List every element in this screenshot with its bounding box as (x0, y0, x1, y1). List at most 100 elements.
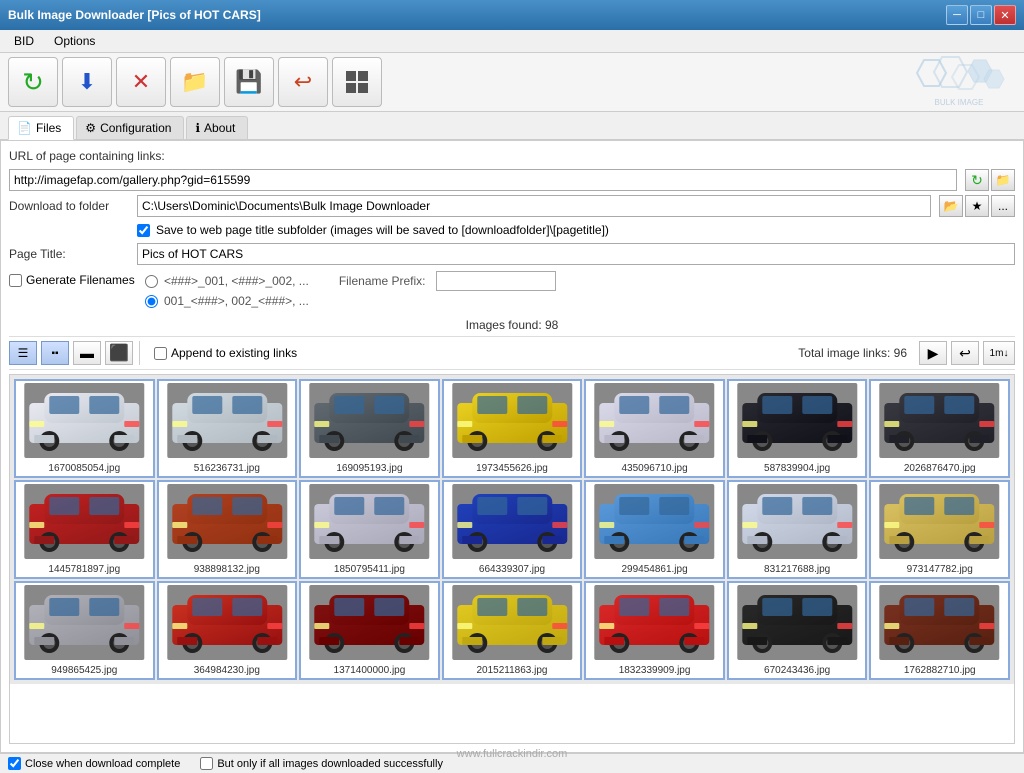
download-folder-input[interactable] (137, 195, 931, 217)
image-name: 1445781897.jpg (18, 564, 151, 575)
refresh-button[interactable]: ↻ (8, 57, 58, 107)
url-label: URL of page containing links: (9, 149, 165, 163)
config-tab-icon: ⚙ (85, 121, 96, 135)
app-logo: BULK IMAGE (894, 55, 1014, 110)
image-item[interactable]: 1445781897.jpg (14, 480, 155, 579)
image-controls-row: ☰ ▪▪ ▬ ⬛ Append to existing links Total … (9, 336, 1015, 370)
image-name: 2026876470.jpg (873, 463, 1006, 474)
tab-about[interactable]: ℹ About (186, 116, 248, 139)
subfolder-label: Save to web page title subfolder (images… (156, 223, 609, 237)
image-name: 169095193.jpg (303, 463, 436, 474)
image-name: 1850795411.jpg (303, 564, 436, 575)
image-item[interactable]: 1670085054.jpg (14, 379, 155, 478)
logo-svg: BULK IMAGE (904, 55, 1014, 110)
subfolder-checkbox[interactable] (137, 224, 150, 237)
url-input[interactable] (9, 169, 957, 191)
url-refresh-button[interactable]: ↻ (965, 169, 989, 191)
image-item[interactable]: 1762882710.jpg (869, 581, 1010, 680)
image-item[interactable]: 1371400000.jpg (299, 581, 440, 680)
image-name: 670243436.jpg (731, 665, 864, 676)
about-tab-label: About (204, 121, 235, 135)
subfolder-row: Save to web page title subfolder (images… (9, 223, 1015, 237)
radio-option2[interactable] (145, 295, 158, 308)
window-title: Bulk Image Downloader [Pics of HOT CARS] (8, 8, 261, 22)
append-label: Append to existing links (171, 346, 297, 360)
append-row: Append to existing links (154, 346, 297, 360)
toolbar: ↻ ⬇ ✕ 📁 💾 ↩ BULK IMAGE (0, 53, 1024, 112)
page-title-input[interactable] (137, 243, 1015, 265)
url-folder-button[interactable]: 📁 (991, 169, 1015, 191)
generate-filenames-label: Generate Filenames (26, 273, 135, 287)
generate-filenames-checkbox[interactable] (9, 274, 22, 287)
save-button[interactable]: 💾 (224, 57, 274, 107)
more-folder-button[interactable]: ... (991, 195, 1015, 217)
image-item[interactable]: 973147782.jpg (869, 480, 1010, 579)
image-item[interactable]: 2026876470.jpg (869, 379, 1010, 478)
image-name: 587839904.jpg (731, 463, 864, 474)
star-folder-button[interactable]: ★ (965, 195, 989, 217)
maximize-button[interactable]: □ (970, 5, 992, 25)
grid-button[interactable] (332, 57, 382, 107)
image-name: 1371400000.jpg (303, 665, 436, 676)
radio-option2-label: 001_<###>, 002_<###>, ... (164, 294, 309, 308)
image-item[interactable]: 664339307.jpg (442, 480, 583, 579)
view-large-button[interactable]: ⬛ (105, 341, 133, 365)
browse-folder-button[interactable]: 📂 (939, 195, 963, 217)
folder-buttons: 📂 ★ ... (939, 195, 1015, 217)
image-item[interactable]: 299454861.jpg (584, 480, 725, 579)
filename-prefix-label: Filename Prefix: (339, 274, 426, 288)
append-checkbox[interactable] (154, 347, 167, 360)
url-input-row: ↻ 📁 (9, 169, 1015, 191)
view-list-button[interactable]: ☰ (9, 341, 37, 365)
play-button[interactable]: ▶ (919, 341, 947, 365)
tab-bar: 📄 Files ⚙ Configuration ℹ About (0, 112, 1024, 140)
image-item[interactable]: 670243436.jpg (727, 581, 868, 680)
view-small-button[interactable]: ▪▪ (41, 341, 69, 365)
images-found-text: Images found: 98 (466, 318, 559, 332)
main-content: URL of page containing links: ↻ 📁 Downlo… (0, 140, 1024, 753)
image-item[interactable]: 169095193.jpg (299, 379, 440, 478)
config-tab-label: Configuration (100, 121, 171, 135)
tab-configuration[interactable]: ⚙ Configuration (76, 116, 184, 139)
page-title-row: Page Title: (9, 243, 1015, 265)
close-button[interactable]: ✕ (994, 5, 1016, 25)
radio-options: <###>_001, <###>_002, ... Filename Prefi… (145, 271, 556, 308)
image-item[interactable]: 364984230.jpg (157, 581, 298, 680)
filename-prefix-input[interactable] (436, 271, 556, 291)
tab-files[interactable]: 📄 Files (8, 116, 74, 140)
cancel-button[interactable]: ✕ (116, 57, 166, 107)
separator (139, 341, 140, 365)
radio-row-1: <###>_001, <###>_002, ... Filename Prefi… (145, 271, 556, 291)
close-when-complete-checkbox[interactable] (8, 757, 21, 770)
back-button[interactable]: ↩ (278, 57, 328, 107)
image-item[interactable]: 2015211863.jpg (442, 581, 583, 680)
svg-text:BULK IMAGE: BULK IMAGE (935, 98, 984, 107)
back-action-button[interactable]: ↩ (951, 341, 979, 365)
image-item[interactable]: 949865425.jpg (14, 581, 155, 680)
image-name: 938898132.jpg (161, 564, 294, 575)
about-tab-icon: ℹ (195, 121, 200, 135)
image-name: 364984230.jpg (161, 665, 294, 676)
but-only-checkbox[interactable] (200, 757, 213, 770)
minimize-button[interactable]: ─ (946, 5, 968, 25)
image-grid-container[interactable]: 1670085054.jpg 516236731.jpg (9, 374, 1015, 744)
image-item[interactable]: 1973455626.jpg (442, 379, 583, 478)
image-item[interactable]: 516236731.jpg (157, 379, 298, 478)
image-item[interactable]: 587839904.jpg (727, 379, 868, 478)
image-name: 2015211863.jpg (446, 665, 579, 676)
radio-option1[interactable] (145, 275, 158, 288)
image-item[interactable]: 938898132.jpg (157, 480, 298, 579)
image-item[interactable]: 1850795411.jpg (299, 480, 440, 579)
image-item[interactable]: 831217688.jpg (727, 480, 868, 579)
menu-options[interactable]: Options (48, 32, 101, 50)
image-item[interactable]: 435096710.jpg (584, 379, 725, 478)
download-button[interactable]: ⬇ (62, 57, 112, 107)
image-count-button[interactable]: 1m↓ (983, 341, 1015, 365)
view-medium-button[interactable]: ▬ (73, 341, 101, 365)
image-name: 664339307.jpg (446, 564, 579, 575)
files-tab-label: Files (36, 121, 61, 135)
open-folder-button[interactable]: 📁 (170, 57, 220, 107)
menu-bid[interactable]: BID (8, 32, 40, 50)
image-item[interactable]: 1832339909.jpg (584, 581, 725, 680)
but-only-row: But only if all images downloaded succes… (200, 757, 443, 770)
